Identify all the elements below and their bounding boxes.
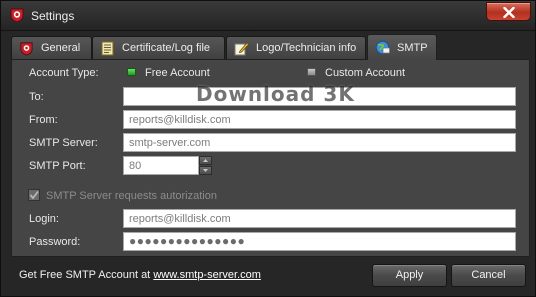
spinner-up-button[interactable] <box>199 156 212 165</box>
watermark: Download 3K <box>196 82 355 106</box>
title-bar[interactable]: Settings <box>1 1 535 31</box>
window-title: Settings <box>31 9 75 23</box>
app-logo-icon <box>19 41 34 56</box>
chevron-up-icon <box>203 159 208 162</box>
account-type-label: Account Type: <box>29 67 99 79</box>
tab-bar: General Certificate/Log file Logo/Techni… <box>11 34 531 60</box>
tab-general[interactable]: General <box>11 36 92 59</box>
password-label: Password: <box>29 236 81 248</box>
smtp-server-field[interactable]: smtp-server.com <box>123 133 516 152</box>
auth-checkbox[interactable] <box>28 189 40 201</box>
tab-certificate-log[interactable]: Certificate/Log file <box>92 36 225 59</box>
from-field[interactable]: reports@killdisk.com <box>123 110 516 129</box>
login-label: Login: <box>29 213 59 225</box>
apply-button[interactable]: Apply <box>372 264 447 287</box>
smtp-server-link[interactable]: www.smtp-server.com <box>153 269 261 281</box>
close-icon <box>503 7 515 18</box>
certificate-icon <box>100 41 115 56</box>
chevron-down-icon <box>203 169 208 172</box>
app-logo-icon <box>9 7 25 23</box>
free-account-label[interactable]: Free Account <box>145 67 210 79</box>
from-label: From: <box>29 114 58 126</box>
tab-smtp[interactable]: SMTP <box>367 34 437 60</box>
pencil-note-icon <box>234 41 250 56</box>
tab-general-label: General <box>41 42 81 54</box>
smtp-port-label: SMTP Port: <box>29 160 86 172</box>
port-spinner[interactable] <box>199 156 212 175</box>
footer-promo: Get Free SMTP Account at www.smtp-server… <box>19 269 261 281</box>
cancel-button[interactable]: Cancel <box>451 264 526 287</box>
spinner-down-button[interactable] <box>199 166 212 175</box>
custom-account-label[interactable]: Custom Account <box>325 67 405 79</box>
globe-mail-icon <box>375 40 390 55</box>
smtp-server-label: SMTP Server: <box>29 137 98 149</box>
tab-logo-technician[interactable]: Logo/Technician info <box>226 36 366 59</box>
tab-smtp-label: SMTP <box>397 42 428 54</box>
smtp-port-field[interactable]: 80 <box>123 156 199 175</box>
tab-logo-technician-label: Logo/Technician info <box>256 42 357 54</box>
checkmark-icon <box>28 189 40 201</box>
login-field[interactable]: reports@killdisk.com <box>123 209 516 228</box>
custom-account-radio[interactable] <box>307 68 316 76</box>
settings-window: Settings General Certificate/Log file Lo… <box>0 0 536 297</box>
close-button[interactable] <box>486 2 531 21</box>
footer-promo-text: Get Free SMTP Account at <box>19 269 154 281</box>
to-label: To: <box>29 91 44 103</box>
free-account-radio[interactable] <box>127 68 136 76</box>
password-field[interactable]: ●●●●●●●●●●●●●●● <box>123 232 516 251</box>
auth-checkbox-label: SMTP Server requests autorization <box>46 190 217 202</box>
tab-certificate-log-label: Certificate/Log file <box>122 42 211 54</box>
